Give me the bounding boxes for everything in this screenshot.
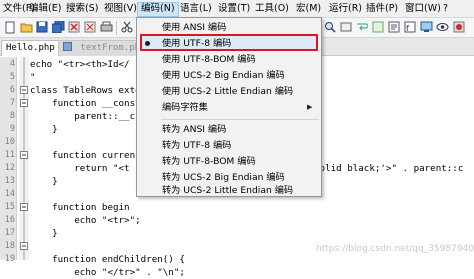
menu-search[interactable]: 搜索(S) [63,2,101,17]
submenu-arrow-icon: ▶ [307,103,313,111]
menu-encoding[interactable]: 编码(N) [137,2,179,17]
cut-icon[interactable] [120,21,134,35]
open-icon[interactable] [19,21,33,35]
code-line: function curren [30,150,136,161]
menu-item-use-ucs2-be[interactable]: 使用 UCS-2 Big Endian 编码 [137,69,321,82]
code-line: echo "<tr>"; [30,215,141,226]
line-number: 18 [4,241,15,251]
code-line: parent::__c [30,111,136,122]
menu-item-convert-ucs2-be[interactable]: 转为 UCS-2 Big Endian 编码 [137,171,321,184]
menu-separator [161,119,319,120]
menu-item-label: 使用 UCS-2 Big Endian 编码 [162,70,285,81]
line-number: 13 [4,176,15,186]
new-file-icon[interactable] [3,21,17,35]
line-number: 10 [4,137,15,147]
menu-item-label: 转为 ANSI 编码 [162,124,227,135]
tab-label: Hello.php [6,43,55,53]
menu-item-convert-utf8-bom[interactable]: 转为 UTF-8-BOM 编码 [137,155,321,168]
menu-item-convert-ucs2-le[interactable]: 转为 UCS-2 Little Endian 编码 [137,184,321,197]
menu-tools[interactable]: 工具(O) [252,2,292,17]
line-number: 5 [9,72,15,82]
encoding-dropdown-menu: 使用 ANSI 编码 使用 UTF-8 编码 使用 UTF-8-BOM 编码 使… [136,17,322,197]
doc-map-icon[interactable] [387,21,401,35]
code-line: " [30,72,36,83]
line-number: 8 [9,111,15,121]
line-number: 6 [9,85,15,95]
record-macro-icon[interactable] [452,21,466,35]
monitor-icon[interactable] [419,21,433,35]
function-list-icon[interactable]: f [403,21,417,35]
menu-item-use-ucs2-le[interactable]: 使用 UCS-2 Little Endian 编码 [137,85,321,98]
indent-guide-icon[interactable] [371,21,385,35]
watermark: https://blog.csdn.net/qq_35987940 [316,244,474,254]
menu-item-convert-utf8[interactable]: 转为 UTF-8 编码 [137,139,321,152]
code-line: } [30,176,58,187]
menu-item-label: 使用 ANSI 编码 [162,22,227,33]
code-line-fragment: solid black;'>" . parent::c [314,163,464,174]
print-icon[interactable] [99,21,113,35]
code-line: } [30,124,58,135]
code-line: } [30,228,58,239]
wrap-icon[interactable] [355,21,369,35]
line-number: 16 [4,215,15,225]
line-number: 17 [4,228,15,238]
menu-window[interactable]: 窗口(W) [402,2,444,17]
eye-icon[interactable] [435,21,449,35]
menu-item-label: 使用 UTF-8 编码 [162,38,232,49]
line-number: 9 [9,124,15,134]
menu-item-label: 使用 UCS-2 Little Endian 编码 [162,86,294,97]
close-all-icon[interactable] [83,21,97,35]
menu-item-use-utf8[interactable]: 使用 UTF-8 编码 [137,37,321,50]
menu-view[interactable]: 视图(V) [101,2,140,17]
menu-item-label: 转为 UTF-8-BOM 编码 [162,156,256,167]
fold-markers-icon [20,57,28,260]
menu-item-label: 转为 UTF-8 编码 [162,140,232,151]
save-icon[interactable] [35,21,49,35]
line-number: 15 [4,202,15,212]
code-line: function __cons [30,98,136,109]
menu-item-label: 使用 UTF-8-BOM 编码 [162,54,256,65]
code-line: return "<t [30,163,130,174]
menu-item-use-ansi[interactable]: 使用 ANSI 编码 [137,21,321,34]
menu-bar: 文件(F) 编辑(E) 搜索(S) 视图(V) 编码(N) 语言(L) 设置(T… [0,0,474,18]
line-number: 7 [9,98,15,108]
save-state-icon [63,42,72,51]
save-all-icon[interactable] [51,20,65,35]
toolbar-separator [116,21,117,35]
menu-edit[interactable]: 编辑(E) [26,2,64,17]
line-number: 11 [4,150,15,160]
menu-run[interactable]: 运行(R) [326,2,365,17]
menu-item-label: 转为 UCS-2 Big Endian 编码 [162,172,285,183]
menu-item-convert-ansi[interactable]: 转为 ANSI 编码 [137,123,321,136]
svg-text:f: f [406,24,409,33]
line-number: 4 [9,59,15,69]
menu-item-label: 转为 UCS-2 Little Endian 编码 [162,185,294,196]
menu-item-charset[interactable]: 编码字符集 ▶ [137,101,321,114]
code-line: function begin [30,202,130,213]
menu-plugins[interactable]: 插件(P) [363,2,401,17]
line-number: 14 [4,189,15,199]
menu-help[interactable]: ? [440,2,451,17]
replace-icon[interactable] [339,21,353,35]
code-line: class TableRows exte [30,85,141,96]
line-number: 12 [4,163,15,173]
fold-margin[interactable] [19,57,29,260]
radio-checked-icon [145,41,150,46]
menu-language[interactable]: 语言(L) [177,2,215,17]
code-line: echo "</tr>" . "\n"; [30,267,185,278]
line-number-gutter: 4 5 6 7 8 9 10 11 12 13 14 15 16 17 18 1… [0,57,17,264]
menu-settings[interactable]: 设置(T) [215,2,253,17]
code-line: echo "<tr><th>Id</ [30,59,130,70]
find-icon[interactable] [323,21,337,35]
menu-macro[interactable]: 宏(M) [293,2,324,17]
close-icon[interactable] [67,21,81,35]
menu-item-label: 编码字符集 [162,102,208,113]
menu-item-use-utf8-bom[interactable]: 使用 UTF-8-BOM 编码 [137,53,321,66]
